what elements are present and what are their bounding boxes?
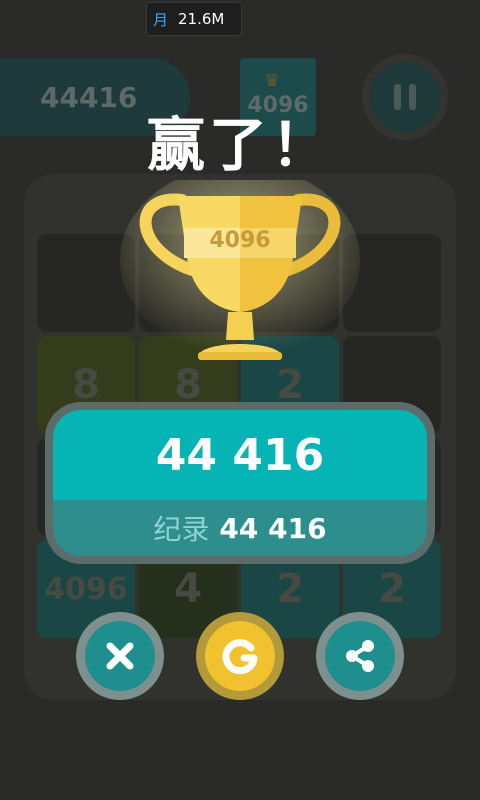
- close-button[interactable]: [76, 612, 164, 700]
- score-card: 44 416 纪录 44 416: [45, 402, 435, 564]
- best-score-label: 纪录: [153, 513, 210, 546]
- memory-readout: 21.6M: [178, 10, 225, 28]
- moon-icon: 月: [153, 10, 169, 29]
- status-indicator: 月 21.6M: [146, 2, 242, 36]
- win-title: 赢了！: [146, 111, 333, 179]
- best-score-value: 44 416: [219, 511, 327, 545]
- share-button[interactable]: [316, 612, 404, 700]
- trophy-icon: 4096: [120, 165, 360, 380]
- restart-icon: [205, 621, 275, 691]
- crown-icon: ♛: [264, 70, 281, 91]
- close-icon: [85, 621, 155, 691]
- best-score-row: 纪录 44 416: [53, 500, 427, 556]
- final-score: 44 416: [53, 410, 427, 500]
- trophy-label: 4096: [209, 228, 271, 253]
- share-icon: [325, 621, 395, 691]
- restart-button[interactable]: [196, 612, 284, 700]
